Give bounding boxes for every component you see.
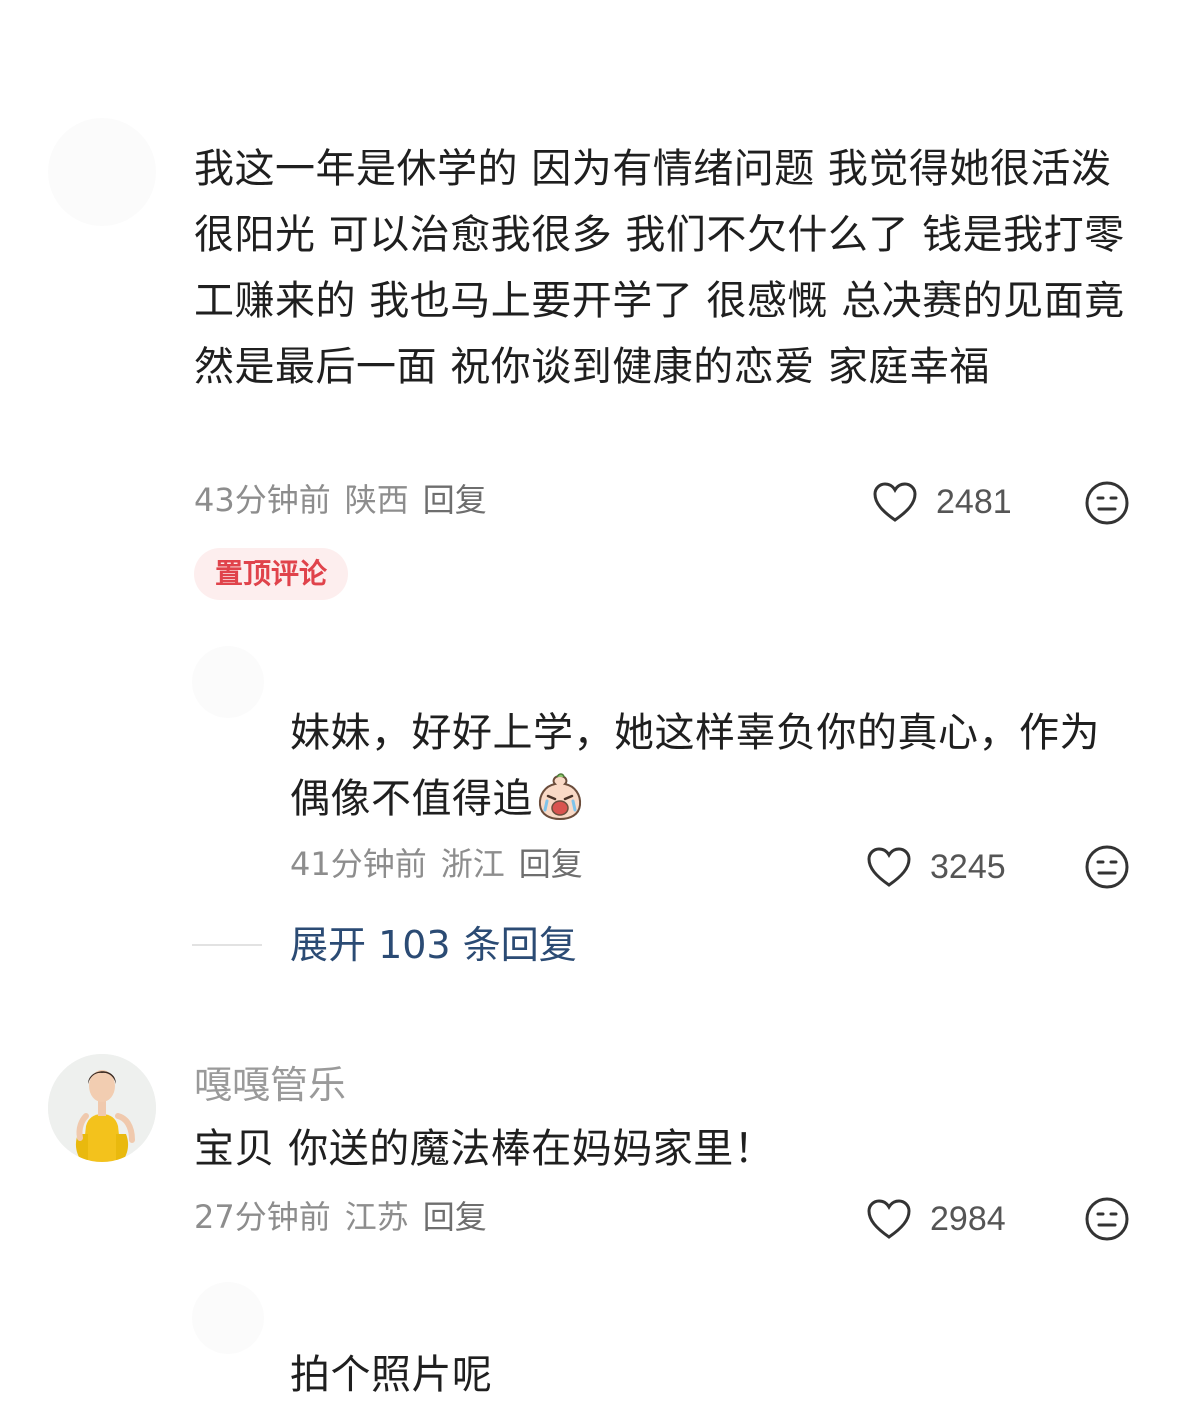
comment-username[interactable]: 嘎嘎管乐 (194, 1060, 346, 1110)
comment-4-text: 拍个照片呢 (290, 1352, 493, 1398)
like-button[interactable]: 3245 (866, 843, 1006, 891)
comment-2-meta: 41分钟前 浙江 回复 (290, 844, 597, 884)
pinned-comment-badge: 置顶评论 (194, 548, 348, 600)
comment-3-text: 宝贝 你送的魔法棒在妈妈家里！ (194, 1126, 775, 1172)
comment-2-body: 妹妹，好好上学，她这样辜负你的真心，作为偶像不值得追 (290, 710, 1100, 822)
avatar-photo (48, 1054, 156, 1162)
like-count: 2481 (936, 482, 1012, 521)
comment-2-text: 妹妹，好好上学，她这样辜负你的真心，作为偶像不值得追 (290, 700, 1120, 832)
comment-location: 陕西 (344, 481, 409, 519)
comment-1-text: 我这一年是休学的 因为有情绪问题 我觉得她很活泼很阳光 可以治愈我很多 我们不欠… (194, 146, 1125, 390)
like-count: 3245 (930, 847, 1006, 886)
heart-outline-icon (867, 847, 911, 887)
expand-divider (192, 944, 262, 946)
avatar[interactable] (192, 1282, 264, 1354)
neutral-face-icon[interactable] (1084, 1196, 1130, 1242)
avatar[interactable] (48, 1054, 156, 1162)
expand-replies-button[interactable]: 展开 103 条回复 (290, 920, 577, 970)
like-count: 2984 (930, 1199, 1006, 1238)
comment-3-meta: 27分钟前 江苏 回复 (194, 1197, 501, 1237)
crying-face-emoji (538, 773, 582, 821)
neutral-face-icon[interactable] (1084, 844, 1130, 890)
comment-time: 43分钟前 (194, 481, 331, 519)
avatar[interactable] (48, 118, 156, 226)
reply-button[interactable]: 回复 (423, 481, 487, 519)
comment-time: 41分钟前 (290, 845, 427, 883)
avatar[interactable] (192, 646, 264, 718)
like-button[interactable]: 2481 (872, 478, 1012, 526)
neutral-face-icon[interactable] (1084, 480, 1130, 526)
heart-outline-icon (873, 482, 917, 522)
reply-button[interactable]: 回复 (519, 845, 583, 883)
like-button[interactable]: 2984 (866, 1195, 1006, 1243)
comment-1-meta: 43分钟前 陕西 回复 (194, 480, 501, 520)
comment-time: 27分钟前 (194, 1198, 331, 1236)
comment-location: 江苏 (344, 1198, 409, 1236)
heart-outline-icon (867, 1199, 911, 1239)
comment-location: 浙江 (440, 845, 505, 883)
reply-button[interactable]: 回复 (423, 1198, 487, 1236)
